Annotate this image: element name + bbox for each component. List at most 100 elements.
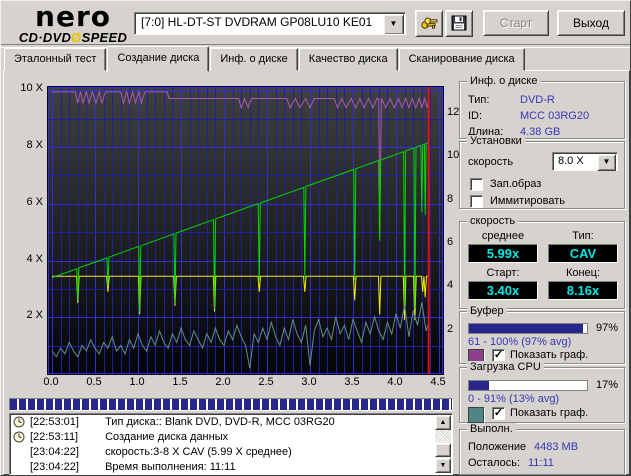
write-image-checkbox[interactable] bbox=[470, 178, 483, 191]
write-speed-chart bbox=[47, 86, 444, 375]
cpu-title: Загрузка CPU bbox=[467, 361, 544, 374]
write-image-label: Зап.образ bbox=[490, 178, 542, 190]
scroll-down-icon[interactable]: ▼ bbox=[435, 458, 451, 473]
log-time: [23:04:22] bbox=[30, 461, 79, 473]
settings-title: Установки bbox=[467, 135, 525, 148]
disc-id-value: MCC 03RG20 bbox=[520, 110, 590, 122]
tab-benchmark[interactable]: Эталонный тест bbox=[4, 48, 107, 71]
remaining-label: Осталось: bbox=[468, 457, 521, 469]
tab-bar: Эталонный тест Создание диска Инф. о дис… bbox=[4, 46, 526, 72]
x-axis-tick: 1.0 bbox=[129, 376, 145, 388]
position-label: Положение bbox=[468, 441, 527, 453]
buffer-range: 61 - 100% (97% avg) bbox=[468, 336, 572, 348]
log-time: [22:53:01] bbox=[30, 416, 79, 428]
start-speed-display: 3.40x bbox=[468, 281, 538, 300]
position-value: 4483 MB bbox=[534, 441, 579, 453]
overall-progress-marquee bbox=[9, 398, 453, 411]
cpu-range: 0 - 91% (13% avg) bbox=[468, 393, 560, 405]
cpu-color-swatch bbox=[468, 407, 484, 423]
disc-type-label: Тип: bbox=[468, 94, 490, 106]
log-text: Тип диска:: Blank DVD, DVD-R, MCC 03RG20 bbox=[105, 416, 335, 428]
tab-scan-disc[interactable]: Сканирование диска bbox=[398, 48, 525, 71]
speed-select-value: 8.0 X bbox=[558, 155, 584, 167]
status-log[interactable]: [22:53:01] Тип диска:: Blank DVD, DVD-R,… bbox=[9, 413, 453, 475]
log-text: Время выполнения: 11:11 bbox=[105, 461, 236, 473]
save-button[interactable] bbox=[445, 10, 473, 37]
remaining-value: 11:11 bbox=[528, 457, 554, 469]
scroll-up-icon[interactable]: ▲ bbox=[435, 415, 451, 430]
avg-speed-label: среднее bbox=[481, 230, 525, 242]
log-time: [22:53:11] bbox=[30, 431, 79, 443]
disc-info-group: Инф. о диске Тип: DVD-R ID: MCC 03RG20 Д… bbox=[459, 75, 625, 139]
speed-readout-title: скорость bbox=[467, 215, 519, 228]
drive-select-combobox[interactable]: [7:0] HL-DT-ST DVDRAM GP08LU10 KE01 ▼ bbox=[134, 12, 406, 35]
clock-icon bbox=[13, 431, 25, 443]
cpu-show-graph-checkbox[interactable]: ✓ bbox=[492, 407, 505, 420]
x-axis-tick: 1.5 bbox=[172, 376, 188, 388]
progress-group: Выполн. Положение 4483 MB Осталось: 11:1… bbox=[459, 423, 625, 475]
exit-button[interactable]: Выход bbox=[557, 10, 625, 36]
x-axis-tick: 0.5 bbox=[86, 376, 102, 388]
cpu-show-graph-label: Показать граф. bbox=[510, 407, 589, 419]
log-line: [23:04:22] Время выполнения: 11:11 bbox=[10, 460, 452, 474]
nero-logo: nero CD·DVDØSPEED bbox=[7, 0, 139, 46]
clock-icon bbox=[13, 416, 25, 428]
disc-icon: Ø bbox=[71, 30, 82, 45]
chevron-down-icon[interactable]: ▼ bbox=[597, 154, 616, 171]
tab-disc-info[interactable]: Инф. о диске bbox=[210, 48, 298, 71]
end-speed-display: 8.16x bbox=[548, 281, 618, 300]
progress-title: Выполн. bbox=[467, 423, 516, 436]
x-axis-tick: 2.5 bbox=[258, 376, 274, 388]
left-axis-tick: 6 X bbox=[26, 195, 43, 208]
cpu-percent: 17% bbox=[596, 379, 619, 391]
start-speed-label: Старт: bbox=[486, 267, 520, 279]
log-line: [22:53:01] Тип диска:: Blank DVD, DVD-R,… bbox=[10, 415, 452, 429]
cpu-group: Загрузка CPU 17% 0 - 91% (13% avg) ✓ Пок… bbox=[459, 361, 625, 423]
speed-select-combobox[interactable]: 8.0 X ▼ bbox=[552, 152, 618, 171]
buffer-progress-fill bbox=[469, 324, 584, 333]
keys-icon bbox=[421, 17, 438, 29]
buffer-show-graph-label: Показать граф. bbox=[510, 349, 589, 361]
buffer-group: Буфер 97% 61 - 100% (97% avg) ✓ Показать… bbox=[459, 305, 625, 365]
simulate-checkbox[interactable] bbox=[470, 195, 483, 208]
speed-readout-group: скорость среднее Тип: 5.99x CAV Старт: К… bbox=[459, 215, 625, 309]
disc-info-title: Инф. о диске bbox=[467, 75, 541, 88]
save-icon bbox=[451, 15, 467, 31]
speed-type-label: Тип: bbox=[572, 230, 594, 242]
nero-cd-dvd-speed-window: nero CD·DVDØSPEED [7:0] HL-DT-ST DVDRAM … bbox=[0, 0, 631, 476]
logo-cdspeed-text: CD·DVDØSPEED bbox=[18, 30, 128, 45]
tab-disc-quality[interactable]: Качество диска bbox=[298, 48, 398, 71]
toolbar: nero CD·DVDØSPEED [7:0] HL-DT-ST DVDRAM … bbox=[1, 0, 630, 48]
avg-speed-display: 5.99x bbox=[468, 244, 538, 263]
disc-id-label: ID: bbox=[468, 110, 483, 122]
left-axis-tick: 4 X bbox=[26, 252, 43, 265]
start-button[interactable]: Старт bbox=[483, 10, 549, 36]
speed-select-label: скорость bbox=[468, 156, 514, 168]
x-axis-tick: 3.0 bbox=[301, 376, 317, 388]
cpu-progress-fill bbox=[469, 381, 490, 390]
cpu-progressbar bbox=[468, 380, 588, 391]
settings-group: Установки скорость 8.0 X ▼ Зап.образ Имм… bbox=[459, 135, 625, 209]
log-line: [22:53:11] Создание диска данных bbox=[10, 430, 452, 444]
scrollbar-thumb[interactable] bbox=[435, 443, 451, 457]
disc-type-value: DVD-R bbox=[520, 94, 555, 106]
logo-nero-text: nero bbox=[35, 0, 111, 33]
x-axis-tick: 3.5 bbox=[344, 376, 360, 388]
buffer-progressbar bbox=[468, 323, 588, 334]
simulate-label: Иммитировать bbox=[490, 195, 565, 207]
end-speed-label: Конец: bbox=[565, 267, 601, 279]
chevron-down-icon[interactable]: ▼ bbox=[383, 14, 404, 34]
left-axis-tick: 10 X bbox=[20, 82, 43, 95]
x-axis-tick: 0.0 bbox=[43, 376, 59, 388]
log-scrollbar[interactable]: ▲ ▼ bbox=[435, 415, 451, 473]
options-keys-button[interactable] bbox=[415, 10, 443, 37]
tab-create-disc[interactable]: Создание диска bbox=[107, 46, 210, 72]
disc-length-value: 4.38 GB bbox=[520, 126, 561, 138]
speed-type-display: CAV bbox=[548, 244, 618, 263]
left-axis-tick: 2 X bbox=[26, 309, 43, 322]
buffer-title: Буфер bbox=[467, 305, 507, 318]
drive-select-value: [7:0] HL-DT-ST DVDRAM GP08LU10 KE01 bbox=[141, 15, 373, 29]
buffer-percent: 97% bbox=[596, 322, 619, 334]
x-axis-tick: 4.0 bbox=[387, 376, 403, 388]
chart-canvas bbox=[48, 87, 443, 374]
